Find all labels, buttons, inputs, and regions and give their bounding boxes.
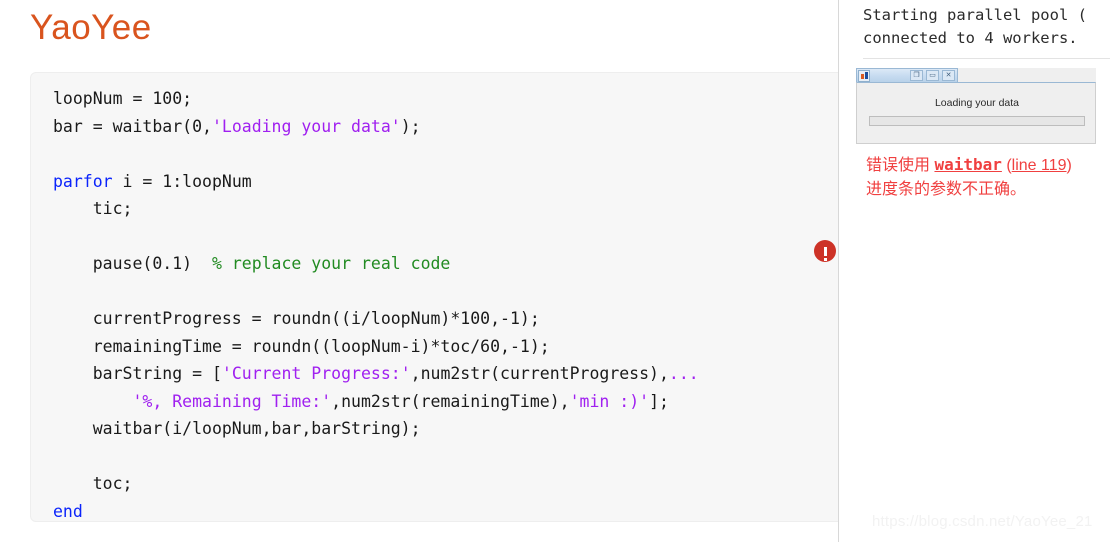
watermark: https://blog.csdn.net/YaoYee_21 <box>872 513 1093 530</box>
close-window-icon[interactable]: ✕ <box>942 70 955 81</box>
code-line: '%, Remaining Time:',num2str(remainingTi… <box>132 391 669 411</box>
code-block: loopNum = 100; bar = waitbar(0,'Loading … <box>30 72 838 522</box>
minimize-window-icon[interactable]: ▭ <box>926 70 939 81</box>
error-paren-close: ) <box>1066 157 1072 174</box>
keyword-token: end <box>53 501 83 521</box>
error-message: 错误使用 waitbar (line 119) 进度条的参数不正确。 <box>866 153 1101 202</box>
window-controls: ❐ ▭ ✕ <box>910 70 957 81</box>
error-circle-icon <box>814 240 836 262</box>
code-line: end <box>53 502 83 521</box>
screenshot-root: YaoYee loopNum = 100; bar = waitbar(0,'L… <box>0 0 1110 542</box>
code-line: remainingTime = roundn((loopNum-i)*toc/6… <box>53 336 550 356</box>
restore-window-icon[interactable]: ❐ <box>910 70 923 81</box>
code-line: toc; <box>53 474 133 493</box>
string-token: '%, Remaining Time:' <box>132 391 332 411</box>
string-token: 'min :)' <box>569 391 650 411</box>
code-line: bar = waitbar(0,'Loading your data'); <box>53 116 421 136</box>
string-token: 'Loading your data' <box>211 116 401 136</box>
continuation-token: ... <box>668 364 699 383</box>
code-line: currentProgress = roundn((i/loopNum)*100… <box>53 309 540 328</box>
page-title: YaoYee <box>30 8 152 47</box>
keyword-token: parfor <box>53 171 113 191</box>
error-headline: 错误使用 waitbar (line 119) <box>866 155 1072 174</box>
exclamation-glyph <box>823 246 827 261</box>
string-token: 'Current Progress:' <box>221 364 411 383</box>
comment-token: % replace your real code <box>211 254 451 273</box>
console-divider <box>863 58 1110 59</box>
code-line: pause(0.1) % replace your real code <box>53 254 451 273</box>
waitbar-titlebar[interactable]: ❐ ▭ ✕ <box>856 68 958 82</box>
code-line: barString = ['Current Progress:',num2str… <box>53 364 699 383</box>
waitbar-body: Loading your data <box>856 82 1096 144</box>
code-line: waitbar(i/loopNum,bar,barString); <box>53 419 421 438</box>
error-paren-open: ( <box>1001 157 1012 174</box>
error-detail: 进度条的参数不正确。 <box>866 181 1027 198</box>
code-line: tic; <box>53 199 133 218</box>
code-line: parfor i = 1:loopNum <box>53 171 252 191</box>
error-line-link[interactable]: line 119 <box>1012 157 1067 174</box>
code-content[interactable]: loopNum = 100; bar = waitbar(0,'Loading … <box>53 85 699 521</box>
console-line: Starting parallel pool ( <box>863 6 1087 24</box>
waitbar-progress-bar <box>869 116 1085 126</box>
code-line: loopNum = 100; <box>53 89 193 108</box>
error-function-link[interactable]: waitbar <box>934 155 1001 174</box>
console-line: connected to 4 workers. <box>863 29 1078 47</box>
waitbar-label: Loading your data <box>934 97 1020 109</box>
waitbar-dialog[interactable]: ❐ ▭ ✕ Loading your data <box>856 68 1096 144</box>
console-output: Starting parallel pool ( connected to 4 … <box>863 4 1087 50</box>
matlab-membrane-icon <box>858 69 870 82</box>
error-prefix: 错误使用 <box>866 157 935 174</box>
article-pane: YaoYee loopNum = 100; bar = waitbar(0,'L… <box>0 0 838 542</box>
